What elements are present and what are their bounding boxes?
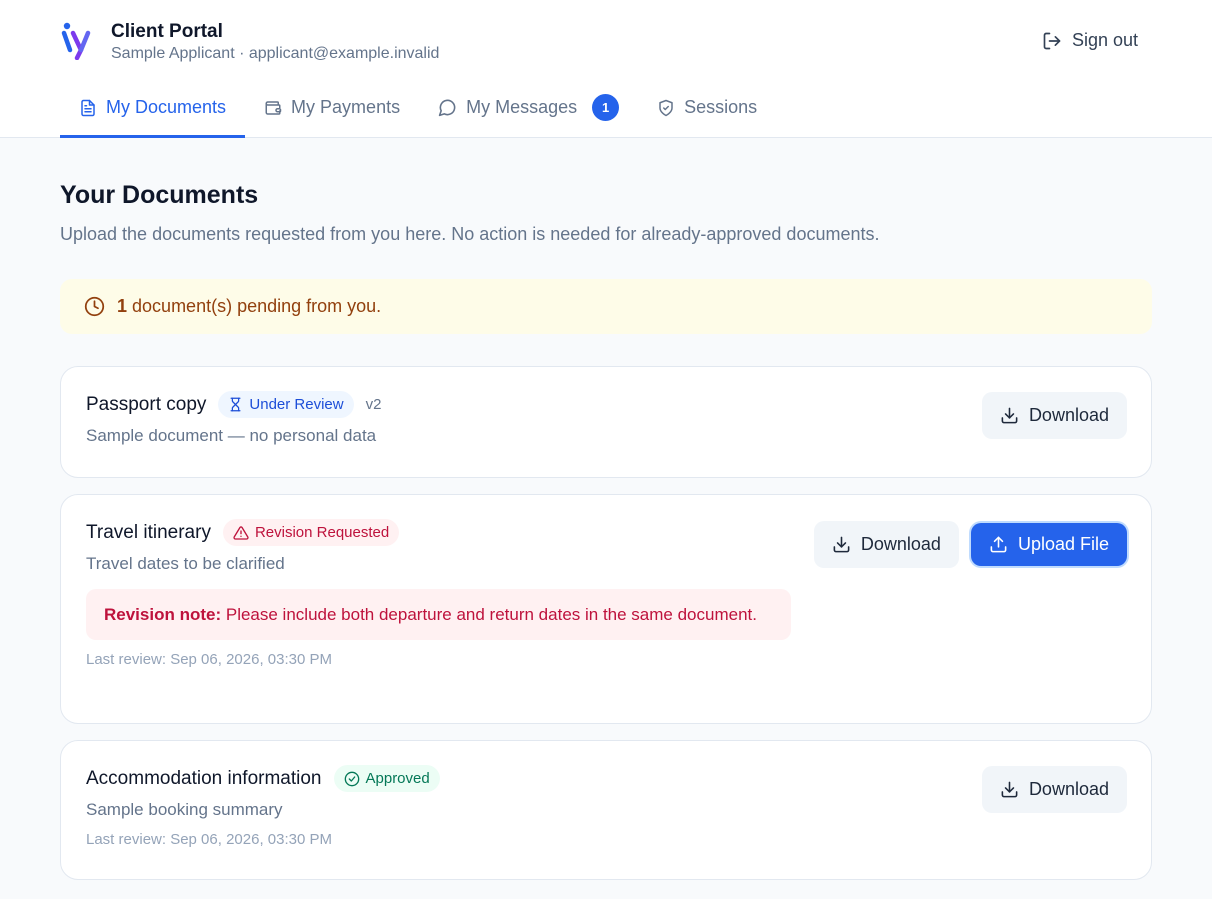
document-description: Sample booking summary [86,800,283,819]
revision-note-label: Revision note: [104,605,222,624]
download-label: Download [1028,405,1109,425]
last-review: Last review: Sep 06, 2026, 03:30 PM [86,651,332,668]
status-badge: Revision Requested [222,519,400,546]
document-card-itinerary: Travel itinerary Revision Requested Trav… [60,494,1152,724]
document-card-passport: Passport copy Under Review v2 Sample doc… [60,366,1152,478]
revision-note-text: Please include both departure and return… [225,605,757,624]
tab-sessions[interactable]: Sessions [638,80,776,138]
download-button[interactable]: Download [981,392,1127,439]
download-icon [832,535,851,554]
version-label: v2 [365,396,382,413]
message-icon [438,98,457,117]
page-description: Upload the documents requested from you … [60,224,880,244]
download-icon [1000,406,1019,425]
tab-label: My Documents [106,97,227,117]
check-circle-icon [344,771,360,787]
app-header: Client Portal Sample Applicant · applica… [0,0,1212,138]
wallet-icon [264,99,282,117]
download-label: Download [1028,779,1109,799]
tab-label: My Payments [291,97,401,117]
shield-icon [657,99,675,117]
tab-bar: My Documents My Payments My Messages 1 S… [60,80,776,138]
document-title: Travel itinerary [86,521,211,543]
sign-out-label: Sign out [1071,30,1138,50]
sign-out-button[interactable]: Sign out [1042,30,1138,51]
brand: Client Portal Sample Applicant · applica… [60,20,439,64]
app-title: Client Portal [111,21,223,42]
document-icon [79,99,97,117]
pending-count: 1 [117,296,128,316]
status-badge: Approved [333,765,440,792]
upload-icon [989,535,1008,554]
revision-note: Revision note: Please include both depar… [86,589,791,640]
document-description: Sample document — no personal data [86,426,377,445]
status-label: Revision Requested [254,524,390,541]
document-card-accommodation: Accommodation information Approved Sampl… [60,740,1152,880]
download-icon [1000,780,1019,799]
unread-count-badge: 1 [592,94,620,121]
tab-label: My Messages [466,97,578,117]
logo [60,20,94,60]
page-title: Your Documents [60,181,259,209]
warning-icon [233,525,249,541]
pending-alert: 1 document(s) pending from you. [60,279,1152,334]
status-label: Approved [365,770,430,787]
pending-text: document(s) pending from you. [132,296,382,316]
upload-file-button[interactable]: Upload File [970,523,1127,566]
upload-label: Upload File [1017,534,1109,554]
main-content: Your Documents Upload the documents requ… [0,181,1212,880]
last-review: Last review: Sep 06, 2026, 03:30 PM [86,831,332,848]
download-button[interactable]: Download [981,766,1127,813]
status-badge: Under Review [218,391,354,418]
clock-icon [84,296,105,317]
status-label: Under Review [249,396,344,413]
user-info: Sample Applicant · applicant@example.inv… [111,45,440,62]
sign-out-icon [1042,31,1062,51]
document-title: Accommodation information [86,767,322,789]
download-label: Download [860,534,941,554]
tab-label: Sessions [684,97,758,117]
download-button[interactable]: Download [813,521,959,568]
hourglass-icon [228,397,243,412]
tab-my-payments[interactable]: My Payments [245,80,419,138]
tab-my-documents[interactable]: My Documents [60,80,246,138]
document-title: Passport copy [86,393,207,415]
tab-my-messages[interactable]: My Messages 1 [419,80,638,138]
